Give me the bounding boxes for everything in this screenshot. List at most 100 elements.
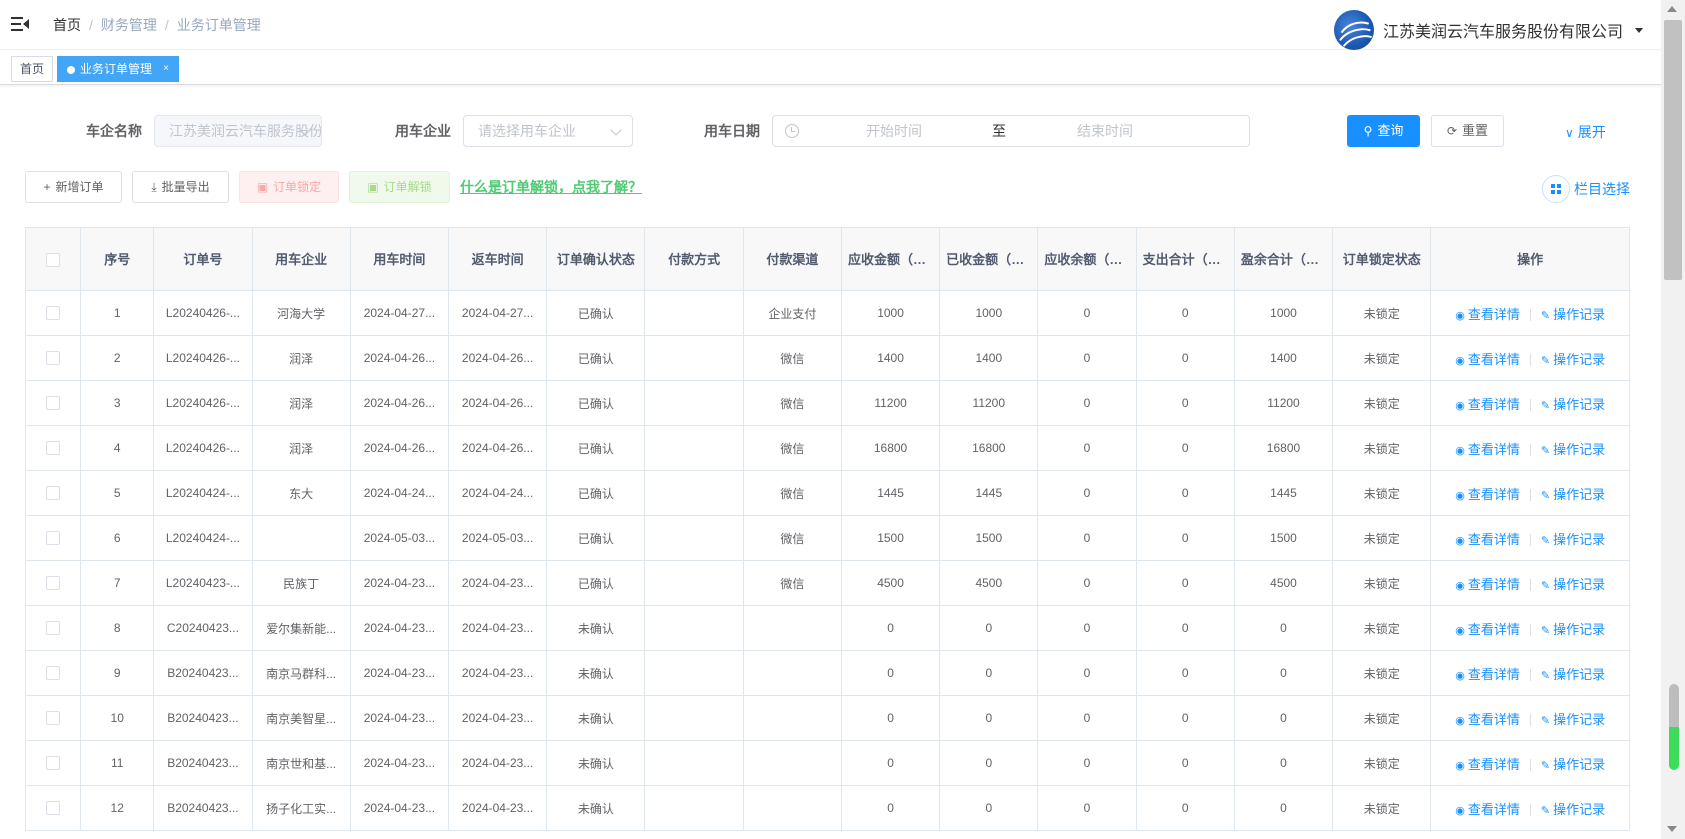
row-checkbox[interactable] [46, 396, 61, 411]
operation-record-button[interactable]: ✎ 操作记录 [1541, 802, 1605, 817]
row-checkbox[interactable] [46, 531, 61, 546]
order-table: 序号 订单号 用车企业 用车时间 返车时间 订单确认状态 付款方式 付款渠道 应… [24, 227, 1630, 831]
breadcrumb-finance[interactable]: 财务管理 [101, 17, 157, 33]
op-divider [1529, 354, 1531, 367]
view-detail-button[interactable]: ◉ 查看详情 [1455, 802, 1520, 817]
cell-operations: ◉ 查看详情 ✎ 操作记录 [1430, 740, 1630, 786]
operation-record-button[interactable]: ✎ 操作记录 [1541, 352, 1605, 367]
view-detail-button[interactable]: ◉ 查看详情 [1455, 577, 1520, 592]
query-button[interactable]: ⚲ 查询 [1347, 115, 1420, 147]
select-all-checkbox[interactable] [46, 253, 61, 268]
cell-balance: 0 [1037, 470, 1137, 516]
operation-record-button[interactable]: ✎ 操作记录 [1541, 712, 1605, 727]
cell-expense: 0 [1135, 695, 1235, 741]
cell-channel: 微信 [742, 380, 842, 426]
cell-surplus: 4500 [1233, 560, 1334, 606]
row-checkbox[interactable] [46, 711, 61, 726]
operation-record-button[interactable]: ✎ 操作记录 [1541, 622, 1605, 637]
cell-received: 0 [939, 785, 1039, 831]
cell-no: 8 [80, 605, 155, 651]
row-checkbox[interactable] [46, 666, 61, 681]
cell-confirm: 已确认 [546, 335, 646, 381]
row-checkbox[interactable] [46, 351, 61, 366]
cell-use-time: 2024-04-26... [349, 380, 450, 426]
row-select-cell [24, 605, 82, 651]
view-detail-button[interactable]: ◉ 查看详情 [1455, 757, 1520, 772]
view-detail-button[interactable]: ◉ 查看详情 [1455, 352, 1520, 367]
reset-button[interactable]: ⟳ 重置 [1431, 115, 1504, 147]
tab-business-order[interactable]: 业务订单管理 × [57, 56, 180, 82]
column-select-button[interactable]: 栏目选择 [1542, 175, 1630, 203]
cell-surplus: 11200 [1233, 380, 1334, 426]
order-lock-button[interactable]: ▣ 订单锁定 [239, 171, 339, 203]
cell-operations: ◉ 查看详情 ✎ 操作记录 [1430, 470, 1630, 516]
caret-down-icon[interactable] [1635, 27, 1643, 33]
enterprise-select[interactable]: 请选择用车企业 [463, 115, 633, 147]
double-chevron-down-icon: ∨ [1565, 126, 1574, 140]
select-all-cell [24, 227, 82, 291]
view-detail-button[interactable]: ◉ 查看详情 [1455, 667, 1520, 682]
row-checkbox[interactable] [46, 441, 61, 456]
add-order-button[interactable]: + 新增订单 [25, 171, 122, 203]
operation-record-button[interactable]: ✎ 操作记录 [1541, 487, 1605, 502]
tab-home[interactable]: 首页 [11, 56, 54, 82]
cell-order: L20240426-... [153, 335, 253, 381]
view-detail-button[interactable]: ◉ 查看详情 [1455, 622, 1520, 637]
start-time-input[interactable]: 开始时间 [866, 116, 922, 146]
scroll-down-arrow-icon[interactable] [1667, 826, 1677, 832]
row-checkbox[interactable] [46, 576, 61, 591]
cell-surplus: 1000 [1233, 290, 1334, 336]
edit-record-icon: ✎ [1540, 759, 1551, 772]
row-checkbox[interactable] [46, 306, 61, 321]
unlock-help-link[interactable]: 什么是订单解锁，点我了解？ [460, 179, 642, 195]
cell-lock: 未锁定 [1332, 605, 1432, 651]
scroll-up-arrow-icon[interactable] [1667, 6, 1677, 12]
op-divider [1529, 579, 1531, 592]
operation-record-button[interactable]: ✎ 操作记录 [1541, 397, 1605, 412]
view-detail-button[interactable]: ◉ 查看详情 [1455, 487, 1520, 502]
cell-confirm: 未确认 [546, 785, 646, 831]
cell-pay-method [644, 605, 744, 651]
operation-record-button[interactable]: ✎ 操作记录 [1541, 442, 1605, 457]
company-dropdown[interactable]: 江苏美润云汽车服务股份有限公司 [1333, 10, 1643, 50]
op-divider [1529, 759, 1531, 772]
batch-export-button[interactable]: ⤓ 批量导出 [132, 171, 229, 203]
view-detail-button[interactable]: ◉ 查看详情 [1455, 712, 1520, 727]
cell-received: 4500 [939, 560, 1039, 606]
hamburger-menu-icon[interactable] [11, 16, 29, 32]
cell-channel: 微信 [742, 335, 842, 381]
header-cell: 订单号 [153, 227, 253, 291]
row-select-cell [24, 695, 82, 741]
cell-order: L20240426-... [153, 380, 253, 426]
view-detail-button[interactable]: ◉ 查看详情 [1455, 532, 1520, 547]
cell-return-time: 2024-04-23... [447, 695, 548, 741]
operation-record-button[interactable]: ✎ 操作记录 [1541, 307, 1605, 322]
cell-lock: 未锁定 [1332, 425, 1432, 471]
operation-record-button[interactable]: ✎ 操作记录 [1541, 577, 1605, 592]
scrollbar-thumb[interactable] [1664, 20, 1682, 280]
header-cell: 盈余合计（元） [1233, 227, 1334, 291]
row-checkbox[interactable] [46, 756, 61, 771]
cell-order: B20240423... [153, 785, 253, 831]
row-checkbox[interactable] [46, 621, 61, 636]
enterprise-label: 用车企业 [395, 123, 451, 139]
close-tab-icon[interactable]: × [163, 57, 169, 81]
expand-toggle[interactable]: ∨ 展开 [1565, 124, 1606, 141]
order-unlock-button[interactable]: ▣ 订单解锁 [349, 171, 450, 203]
view-detail-button[interactable]: ◉ 查看详情 [1455, 307, 1520, 322]
cell-pay-method [644, 785, 744, 831]
view-detail-button[interactable]: ◉ 查看详情 [1455, 442, 1520, 457]
operation-record-button[interactable]: ✎ 操作记录 [1541, 532, 1605, 547]
breadcrumb-home[interactable]: 首页 [53, 17, 81, 33]
operation-record-button[interactable]: ✎ 操作记录 [1541, 667, 1605, 682]
row-checkbox[interactable] [46, 486, 61, 501]
cell-receivable: 0 [840, 650, 941, 696]
view-detail-button[interactable]: ◉ 查看详情 [1455, 397, 1520, 412]
cell-operations: ◉ 查看详情 ✎ 操作记录 [1430, 605, 1630, 651]
end-time-input[interactable]: 结束时间 [1077, 116, 1133, 146]
row-checkbox[interactable] [46, 801, 61, 816]
op-divider [1529, 714, 1531, 727]
date-range-picker[interactable]: 开始时间 至 结束时间 [772, 115, 1250, 147]
operation-record-button[interactable]: ✎ 操作记录 [1541, 757, 1605, 772]
floating-scroll-indicator[interactable] [1669, 684, 1679, 770]
